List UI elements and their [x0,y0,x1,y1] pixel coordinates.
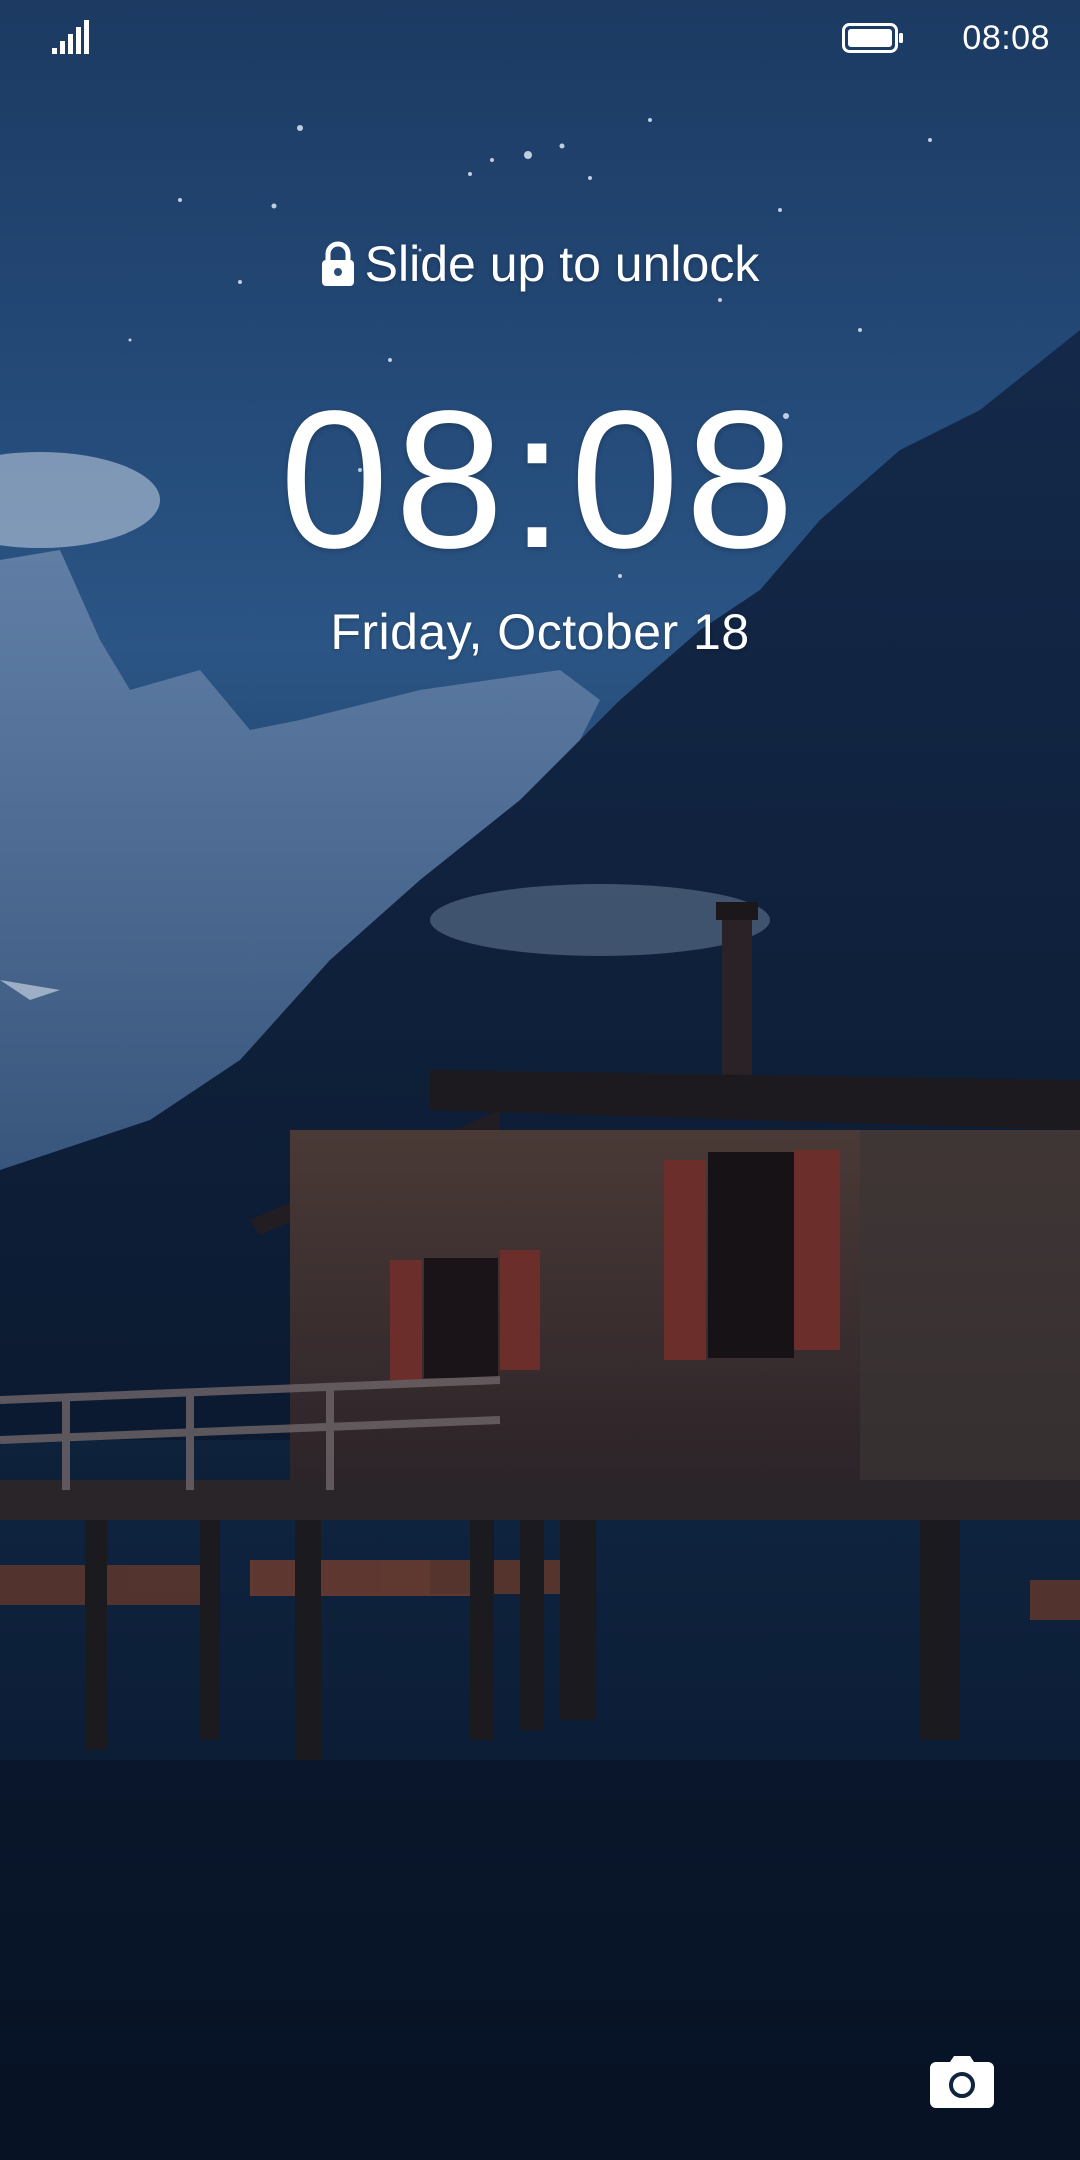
lock-icon [321,241,354,286]
lock-screen[interactable]: 08:08 Slide up to unlock 08:08 Friday, O… [0,0,1080,2160]
lock-clock: 08:08 [279,370,801,589]
camera-icon [930,2056,994,2108]
unlock-hint: Slide up to unlock [0,232,1080,296]
signal-icon [52,20,89,54]
camera-shortcut-button[interactable] [920,2040,1004,2124]
battery-icon [842,23,903,53]
unlock-hint-text: Slide up to unlock [364,236,760,292]
lock-date: Friday, October 18 [330,604,750,660]
status-bar: 08:08 [0,0,1080,80]
status-time: 08:08 [962,19,1050,57]
wallpaper [0,118,1080,2160]
